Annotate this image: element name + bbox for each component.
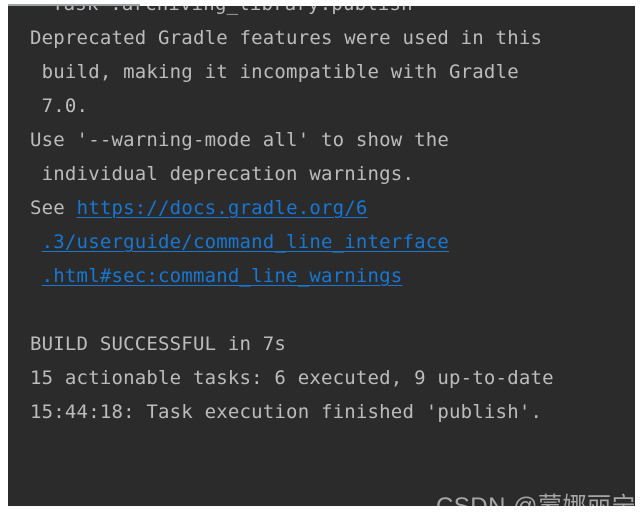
gradle-docs-link[interactable]: https://docs.gradle.org/6	[77, 197, 368, 219]
gradle-docs-link[interactable]: .html#sec:command_line_warnings	[42, 265, 403, 287]
log-line: Deprecated Gradle features were used in …	[30, 27, 543, 49]
log-line: 7.0.	[30, 95, 89, 117]
screenshot-root: Task :archiving_library:publish Deprecat…	[0, 0, 640, 515]
log-line-clipped: Task :archiving_library:publish	[30, 6, 413, 21]
console-log-lines: Deprecated Gradle features were used in …	[8, 21, 635, 429]
log-line: 15:44:18: Task execution finished 'publi…	[30, 401, 543, 423]
gradle-docs-link[interactable]: .3/userguide/command_line_interface	[42, 231, 449, 253]
log-line: Use '--warning-mode all' to show the	[30, 129, 450, 151]
gradle-build-console[interactable]: Task :archiving_library:publish Deprecat…	[8, 6, 635, 506]
log-line: 15 actionable tasks: 6 executed, 9 up-to…	[30, 367, 554, 389]
log-line: BUILD SUCCESSFUL in 7s	[30, 333, 287, 355]
log-line-prefix: See	[30, 197, 77, 219]
log-line-prefix	[30, 231, 42, 253]
clipped-top-log-line: Task :archiving_library:publish	[8, 6, 635, 21]
log-line-blank	[8, 293, 635, 327]
log-line: individual deprecation warnings.	[30, 163, 415, 185]
log-line-prefix	[30, 265, 42, 287]
log-line: build, making it incompatible with Gradl…	[30, 61, 519, 83]
log-line: .html#sec:command_line_warnings	[8, 259, 635, 293]
log-line: .3/userguide/command_line_interface	[8, 225, 635, 259]
log-line: See https://docs.gradle.org/6	[8, 191, 635, 225]
